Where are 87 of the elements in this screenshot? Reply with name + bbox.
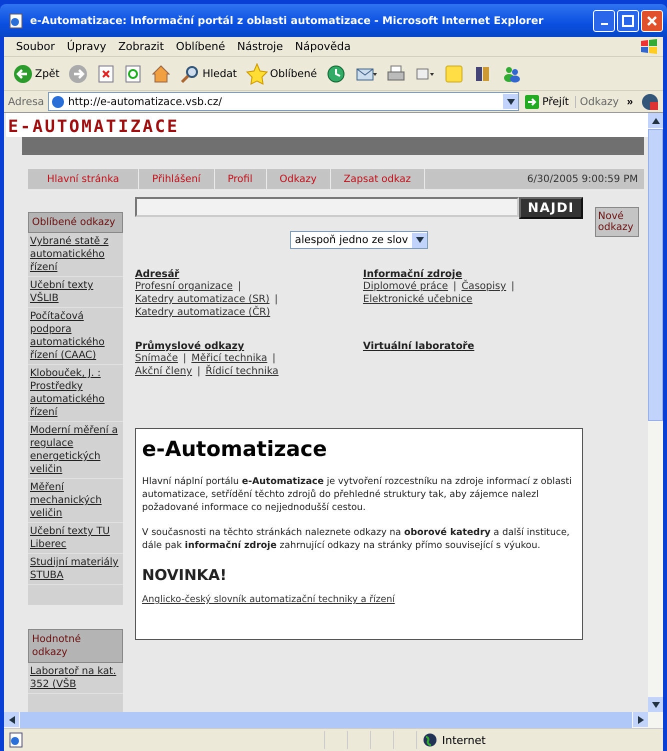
security-zone-label: Internet <box>442 734 486 746</box>
search-icon <box>180 64 200 84</box>
search-button[interactable]: Hledat <box>177 62 240 84</box>
sidebar-heading: Oblíbené odkazy <box>28 212 123 233</box>
more-button[interactable]: » <box>622 96 637 108</box>
sidebar-link[interactable]: Učební texty TU Liberec <box>28 523 123 554</box>
link-separator: | <box>236 280 242 293</box>
link-separator: | <box>271 352 277 365</box>
subcategory-link[interactable]: Elektronické učebnice <box>363 293 472 306</box>
sidebar-link[interactable]: Počítačová podpora automatického řízení (CAAC) <box>28 308 123 365</box>
menu-item[interactable]: Soubor <box>16 40 55 53</box>
maximize-button[interactable] <box>617 10 639 32</box>
close-icon <box>646 14 658 26</box>
sidebar-link[interactable]: Klobouček, J. : Prostředky automatického řízení <box>28 365 123 422</box>
category-link[interactable]: Virtuální laboratoře <box>363 341 583 352</box>
favorites-button[interactable]: Oblíbené <box>242 62 320 86</box>
sidebar-link[interactable]: Měření mechanických veličin <box>28 479 123 523</box>
go-button[interactable]: Přejít <box>523 94 571 108</box>
sidebar-link[interactable]: Vybrané statě z automatického řízení <box>28 233 123 277</box>
home-icon <box>151 64 172 84</box>
date-time: 6/30/2005 9:00:59 PM <box>526 174 639 184</box>
nav-link[interactable]: Odkazy <box>266 169 331 189</box>
close-button[interactable] <box>641 10 663 32</box>
link-separator: | <box>274 293 279 306</box>
back-button[interactable]: Zpět <box>10 62 62 84</box>
address-label: Adresa <box>8 96 44 108</box>
page-icon <box>51 94 66 108</box>
scroll-thumb[interactable] <box>648 129 663 421</box>
menu-item[interactable]: Nástroje <box>237 40 284 53</box>
printer-icon <box>386 64 406 84</box>
subcategory-link[interactable]: Časopisy <box>461 280 506 293</box>
minimize-button[interactable] <box>593 10 615 32</box>
go-arrow-icon <box>525 94 540 108</box>
menu-item[interactable]: Úpravy <box>66 40 106 53</box>
browser-page-icon <box>8 12 24 28</box>
internet-zone-icon <box>423 733 437 747</box>
menu-item[interactable]: Oblíbené <box>176 40 226 53</box>
sidebar-link[interactable]: Učební texty VŠLIB <box>28 277 123 308</box>
sidebar-link[interactable]: Laboratoř na kat. 352 (VŠB <box>28 663 123 694</box>
article-paragraph: Hlavní náplní portálu e-Automatizace je vytvoření rozcestníku na zdroje informací z oblasti automatizace, setřídění těchto zdrojů do přehledné struktury tak, aby zájemce nalezl požadované informace co nejjednodušší cestou. <box>142 475 573 514</box>
article-paragraph: V současnosti na těchto stránkách naleznete odkazy na oborové katedry a další instituce, dále pak informační zdroje zahrnující odkazy na stránky přímo související s výukou. <box>142 526 571 552</box>
address-field[interactable]: http://e-automatizace.vsb.cz/ <box>48 92 520 111</box>
globe-icon <box>641 92 659 110</box>
stop-icon <box>97 64 116 82</box>
star-icon <box>246 62 268 84</box>
search-mode-dropdown[interactable]: alespoň jedno ze slov <box>290 231 428 249</box>
new-links-button[interactable]: Nové odkazy <box>595 207 639 237</box>
subcategory-link[interactable]: Měřicí technika <box>191 352 268 365</box>
nav-link[interactable]: Zapsat odkaz <box>330 169 425 189</box>
window-title: e-Automatizace: Informační portál z oblasti automatizace - Microsoft Internet Explorer <box>30 14 544 26</box>
category-link[interactable]: Informační zdroje <box>363 269 583 280</box>
link-separator: | <box>452 280 458 293</box>
sidebar-heading: Hodnotné odkazy <box>28 629 123 663</box>
article-heading: e-Automatizace <box>142 437 328 461</box>
link-separator: | <box>182 352 188 365</box>
clock-icon <box>326 64 346 84</box>
category-link[interactable]: Průmyslové odkazy <box>135 341 363 352</box>
links-label: Odkazy <box>574 96 619 108</box>
category-link[interactable]: Adresář <box>135 269 363 280</box>
subcategory-link[interactable]: Akční členy <box>135 365 192 378</box>
site-logo[interactable]: E-AUTOMATIZACE <box>6 113 648 137</box>
link-separator: | <box>196 365 202 378</box>
search-button[interactable]: NAJDI <box>519 197 583 219</box>
nav-link[interactable]: Hlavní stránka <box>28 169 140 189</box>
maximize-icon <box>622 14 634 26</box>
menu-item[interactable]: Zobrazit <box>118 40 164 53</box>
news-link[interactable]: Anglicko-český slovník automatizační techniky a řízení <box>142 594 576 605</box>
subcategory-link[interactable]: Katedry automatizace (ČR) <box>135 306 270 319</box>
subcategory-link[interactable]: Řídicí technika <box>205 365 279 378</box>
page-status-icon <box>8 732 24 748</box>
note-icon <box>444 64 464 84</box>
subcategory-link[interactable]: Profesní organizace <box>135 280 233 293</box>
sidebar-link[interactable]: Studijní materiály STUBA <box>28 554 123 585</box>
sidebar-link[interactable]: Moderní měření a regulace energetických veličin <box>28 422 123 479</box>
search-field[interactable] <box>135 197 519 217</box>
news-heading: NOVINKA! <box>142 566 228 584</box>
link-separator: | <box>510 280 516 293</box>
subcategory-link[interactable]: Diplomové práce <box>363 280 448 293</box>
refresh-icon <box>124 64 142 82</box>
menu-item[interactable]: Nápověda <box>295 40 351 53</box>
windows-flag-icon <box>639 38 659 56</box>
minimize-icon <box>600 22 608 24</box>
subcategory-link[interactable]: Snímače <box>135 352 178 365</box>
nav-link[interactable]: Profil <box>214 169 267 189</box>
document-icon <box>414 66 435 82</box>
nav-link[interactable]: Přihlášení <box>139 169 215 189</box>
subcategory-link[interactable]: Katedry automatizace (SR) <box>135 293 270 306</box>
